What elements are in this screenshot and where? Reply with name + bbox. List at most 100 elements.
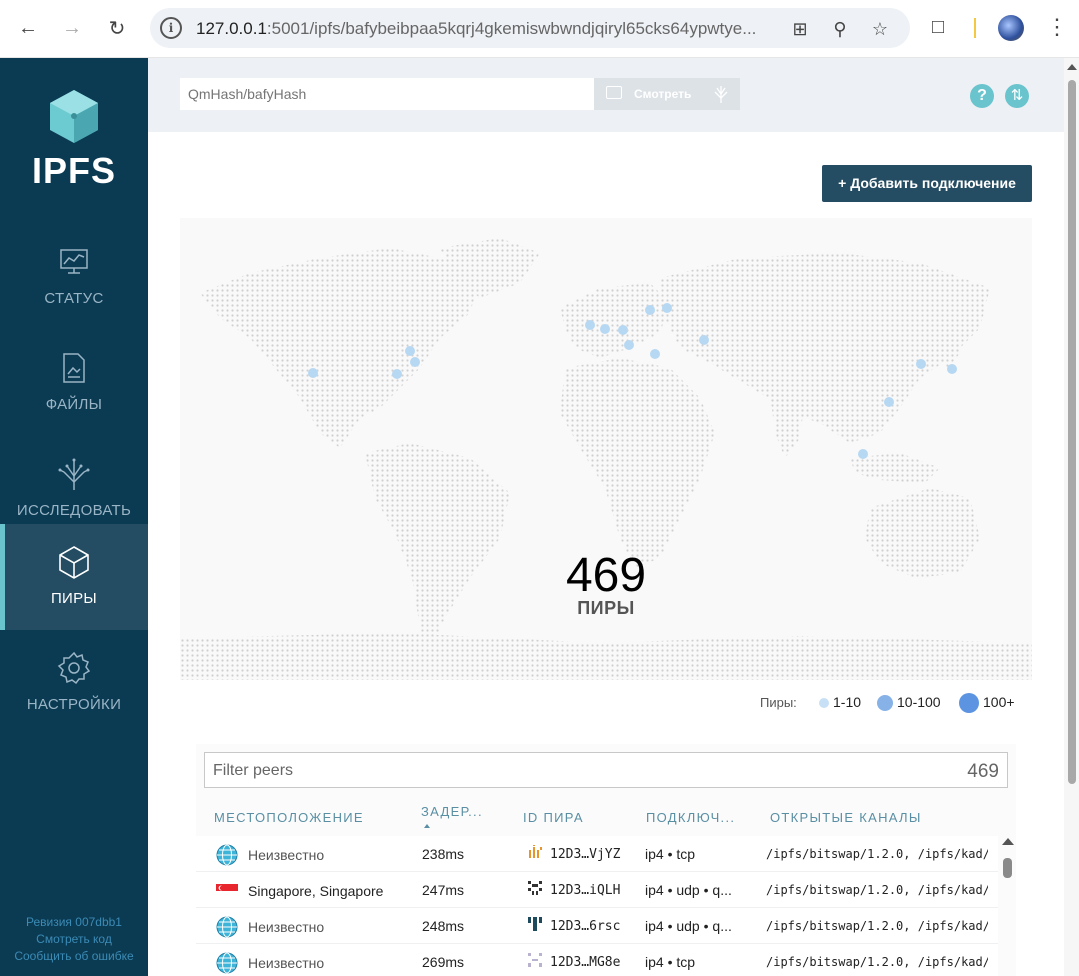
- peer-count: 469: [565, 549, 647, 602]
- sidebar-footer: Ревизия 007dbb1 Смотреть код Сообщить об…: [0, 914, 148, 965]
- table-row[interactable]: Неизвестно 269ms 12D3…MG8e ip4 • tcp /ip…: [196, 944, 998, 976]
- peer-connection: ip4 • udp • q...: [645, 918, 732, 934]
- peer-location-dot[interactable]: [410, 357, 420, 367]
- peer-location: Singapore, Singapore: [248, 883, 384, 899]
- peer-location-dot[interactable]: [618, 325, 628, 335]
- peers-cube-icon: [59, 546, 89, 579]
- help-icon[interactable]: ?: [970, 84, 994, 108]
- ipfs-logo-text[interactable]: IPFS: [0, 150, 148, 192]
- legend-medium-label: 10-100: [897, 694, 941, 710]
- peer-location-dot[interactable]: [645, 305, 655, 315]
- globe-icon: [216, 916, 238, 938]
- view-button-label: Смотреть: [634, 87, 692, 101]
- settings-gear-icon: [57, 651, 91, 685]
- zoom-icon[interactable]: ⚲: [828, 17, 852, 41]
- top-bar: Смотреть ? ⇅: [148, 58, 1064, 132]
- sidebar-item-status[interactable]: СТАТУС: [0, 224, 148, 330]
- peer-location-dot[interactable]: [858, 449, 868, 459]
- peers-world-map: 469 ПИРЫ: [180, 218, 1032, 680]
- table-scroll-up-arrow-icon[interactable]: [1002, 838, 1014, 845]
- peer-location: Неизвестно: [248, 919, 325, 935]
- browser-menu-icon[interactable]: ⋮: [1046, 14, 1068, 40]
- table-row[interactable]: Неизвестно 248ms 12D3…6rsc ip4 • udp • q…: [196, 908, 998, 944]
- peer-location-dot[interactable]: [405, 346, 415, 356]
- reload-icon[interactable]: ↻: [103, 14, 131, 42]
- globe-icon: [216, 952, 238, 974]
- column-header-open-channels[interactable]: ОТКРЫТЫЕ КАНАЛЫ: [770, 810, 922, 825]
- add-connection-button[interactable]: + Добавить подключение: [822, 165, 1032, 202]
- legend-small-label: 1-10: [833, 694, 862, 710]
- explore-tree-icon: [58, 458, 90, 490]
- revision-link[interactable]: Ревизия 007dbb1: [0, 914, 148, 931]
- legend-small-dot: [819, 698, 829, 708]
- extensions-puzzle-icon[interactable]: □: [932, 16, 944, 39]
- peer-count-label: ПИРЫ: [577, 598, 635, 618]
- peer-location-dot[interactable]: [624, 340, 634, 350]
- peer-location: Неизвестно: [248, 847, 325, 863]
- scrollbar-thumb[interactable]: [1068, 80, 1076, 784]
- ipfs-cube-logo-icon[interactable]: [48, 88, 100, 144]
- scroll-up-arrow-icon[interactable]: [1067, 64, 1077, 70]
- bookmark-star-icon[interactable]: ☆: [868, 17, 892, 41]
- hash-search-input[interactable]: [180, 78, 594, 110]
- forward-arrow-icon[interactable]: →: [58, 14, 86, 42]
- peer-location-dot[interactable]: [308, 368, 318, 378]
- column-header-location[interactable]: МЕСТОПОЛОЖЕНИЕ: [214, 810, 364, 825]
- url-text[interactable]: 127.0.0.1:5001/ipfs/bafybeibpaa5kqrj4gke…: [196, 19, 776, 39]
- peer-open-channels: /ipfs/bitswap/1.2.0, /ipfs/kad/1.0.0: [766, 883, 988, 897]
- peer-location-dot[interactable]: [699, 335, 709, 345]
- sidebar-item-label: ИССЛЕДОВАТЬ: [16, 502, 132, 519]
- sidebar-item-label: ПИРЫ: [50, 590, 98, 607]
- peer-id[interactable]: 12D3…VjYZ: [550, 847, 620, 862]
- peer-location-dot[interactable]: [650, 349, 660, 359]
- column-header-connection[interactable]: ПОДКЛЮЧ...: [646, 810, 735, 825]
- column-header-latency[interactable]: ЗАДЕР...: [421, 804, 483, 819]
- peer-id[interactable]: 12D3…iQLH: [550, 883, 620, 898]
- filter-peers-input[interactable]: Filter peers 469: [204, 752, 1008, 788]
- filter-count: 469: [967, 761, 999, 782]
- table-scrollbar[interactable]: [998, 836, 1016, 976]
- install-app-icon[interactable]: ⊞: [788, 17, 812, 41]
- address-bar[interactable]: i 127.0.0.1:5001/ipfs/bafybeibpaa5kqrj4g…: [150, 8, 910, 48]
- report-bug-link[interactable]: Сообщить об ошибке: [0, 948, 148, 965]
- peer-location-dot[interactable]: [947, 364, 957, 374]
- sort-ascending-icon: [424, 824, 430, 828]
- column-header-peer-id[interactable]: ID ПИРА: [523, 810, 584, 825]
- peer-location-dot[interactable]: [585, 320, 595, 330]
- peer-location-dot[interactable]: [884, 397, 894, 407]
- legend-large-label: 100+: [983, 694, 1015, 710]
- peer-location-dot[interactable]: [916, 359, 926, 369]
- connection-status-icon[interactable]: ⇅: [1005, 84, 1029, 108]
- view-code-link[interactable]: Смотреть код: [0, 931, 148, 948]
- status-monitor-icon: [60, 249, 88, 274]
- sidebar-item-files[interactable]: ФАЙЛЫ: [0, 330, 148, 436]
- view-button[interactable]: Смотреть: [594, 78, 740, 110]
- singapore-flag-icon: [216, 884, 238, 898]
- peers-legend: Пиры: 1-10 10-100 100+: [760, 692, 1032, 714]
- peer-id[interactable]: 12D3…MG8e: [550, 955, 620, 970]
- table-row[interactable]: Singapore, Singapore 247ms 12D3…iQLH ip4…: [196, 872, 998, 908]
- back-arrow-icon[interactable]: ←: [14, 14, 42, 42]
- sidebar-item-label: НАСТРОЙКИ: [26, 696, 122, 713]
- table-row[interactable]: Неизвестно 238ms 12D3…VjYZ ip4 • tcp /ip…: [196, 836, 998, 872]
- peer-open-channels: /ipfs/bitswap/1.2.0, /ipfs/kad/1.0.0: [766, 955, 988, 969]
- peer-connection: ip4 • tcp: [645, 954, 696, 970]
- browser-toolbar: ← → ↻ i 127.0.0.1:5001/ipfs/bafybeibpaa5…: [0, 0, 1079, 58]
- peer-location-dot[interactable]: [662, 303, 672, 313]
- sidebar-item-peers[interactable]: ПИРЫ: [0, 524, 148, 630]
- site-info-icon[interactable]: i: [160, 17, 182, 39]
- table-scrollbar-thumb[interactable]: [1003, 858, 1012, 878]
- legend-label: Пиры:: [760, 695, 797, 710]
- peer-latency: 248ms: [422, 918, 465, 934]
- sidebar-item-label: ФАЙЛЫ: [45, 396, 103, 413]
- peer-location-dot[interactable]: [600, 324, 610, 334]
- peer-identicon-icon: [528, 953, 542, 967]
- peer-id[interactable]: 12D3…6rsc: [550, 919, 620, 934]
- filter-placeholder: Filter peers: [213, 762, 294, 779]
- peer-location-dot[interactable]: [392, 369, 402, 379]
- profile-avatar[interactable]: [998, 15, 1024, 41]
- page-scrollbar[interactable]: [1064, 58, 1079, 976]
- sidebar-item-settings[interactable]: НАСТРОЙКИ: [0, 630, 148, 736]
- peer-latency: 247ms: [422, 882, 465, 898]
- sidebar-item-label: СТАТУС: [44, 290, 104, 307]
